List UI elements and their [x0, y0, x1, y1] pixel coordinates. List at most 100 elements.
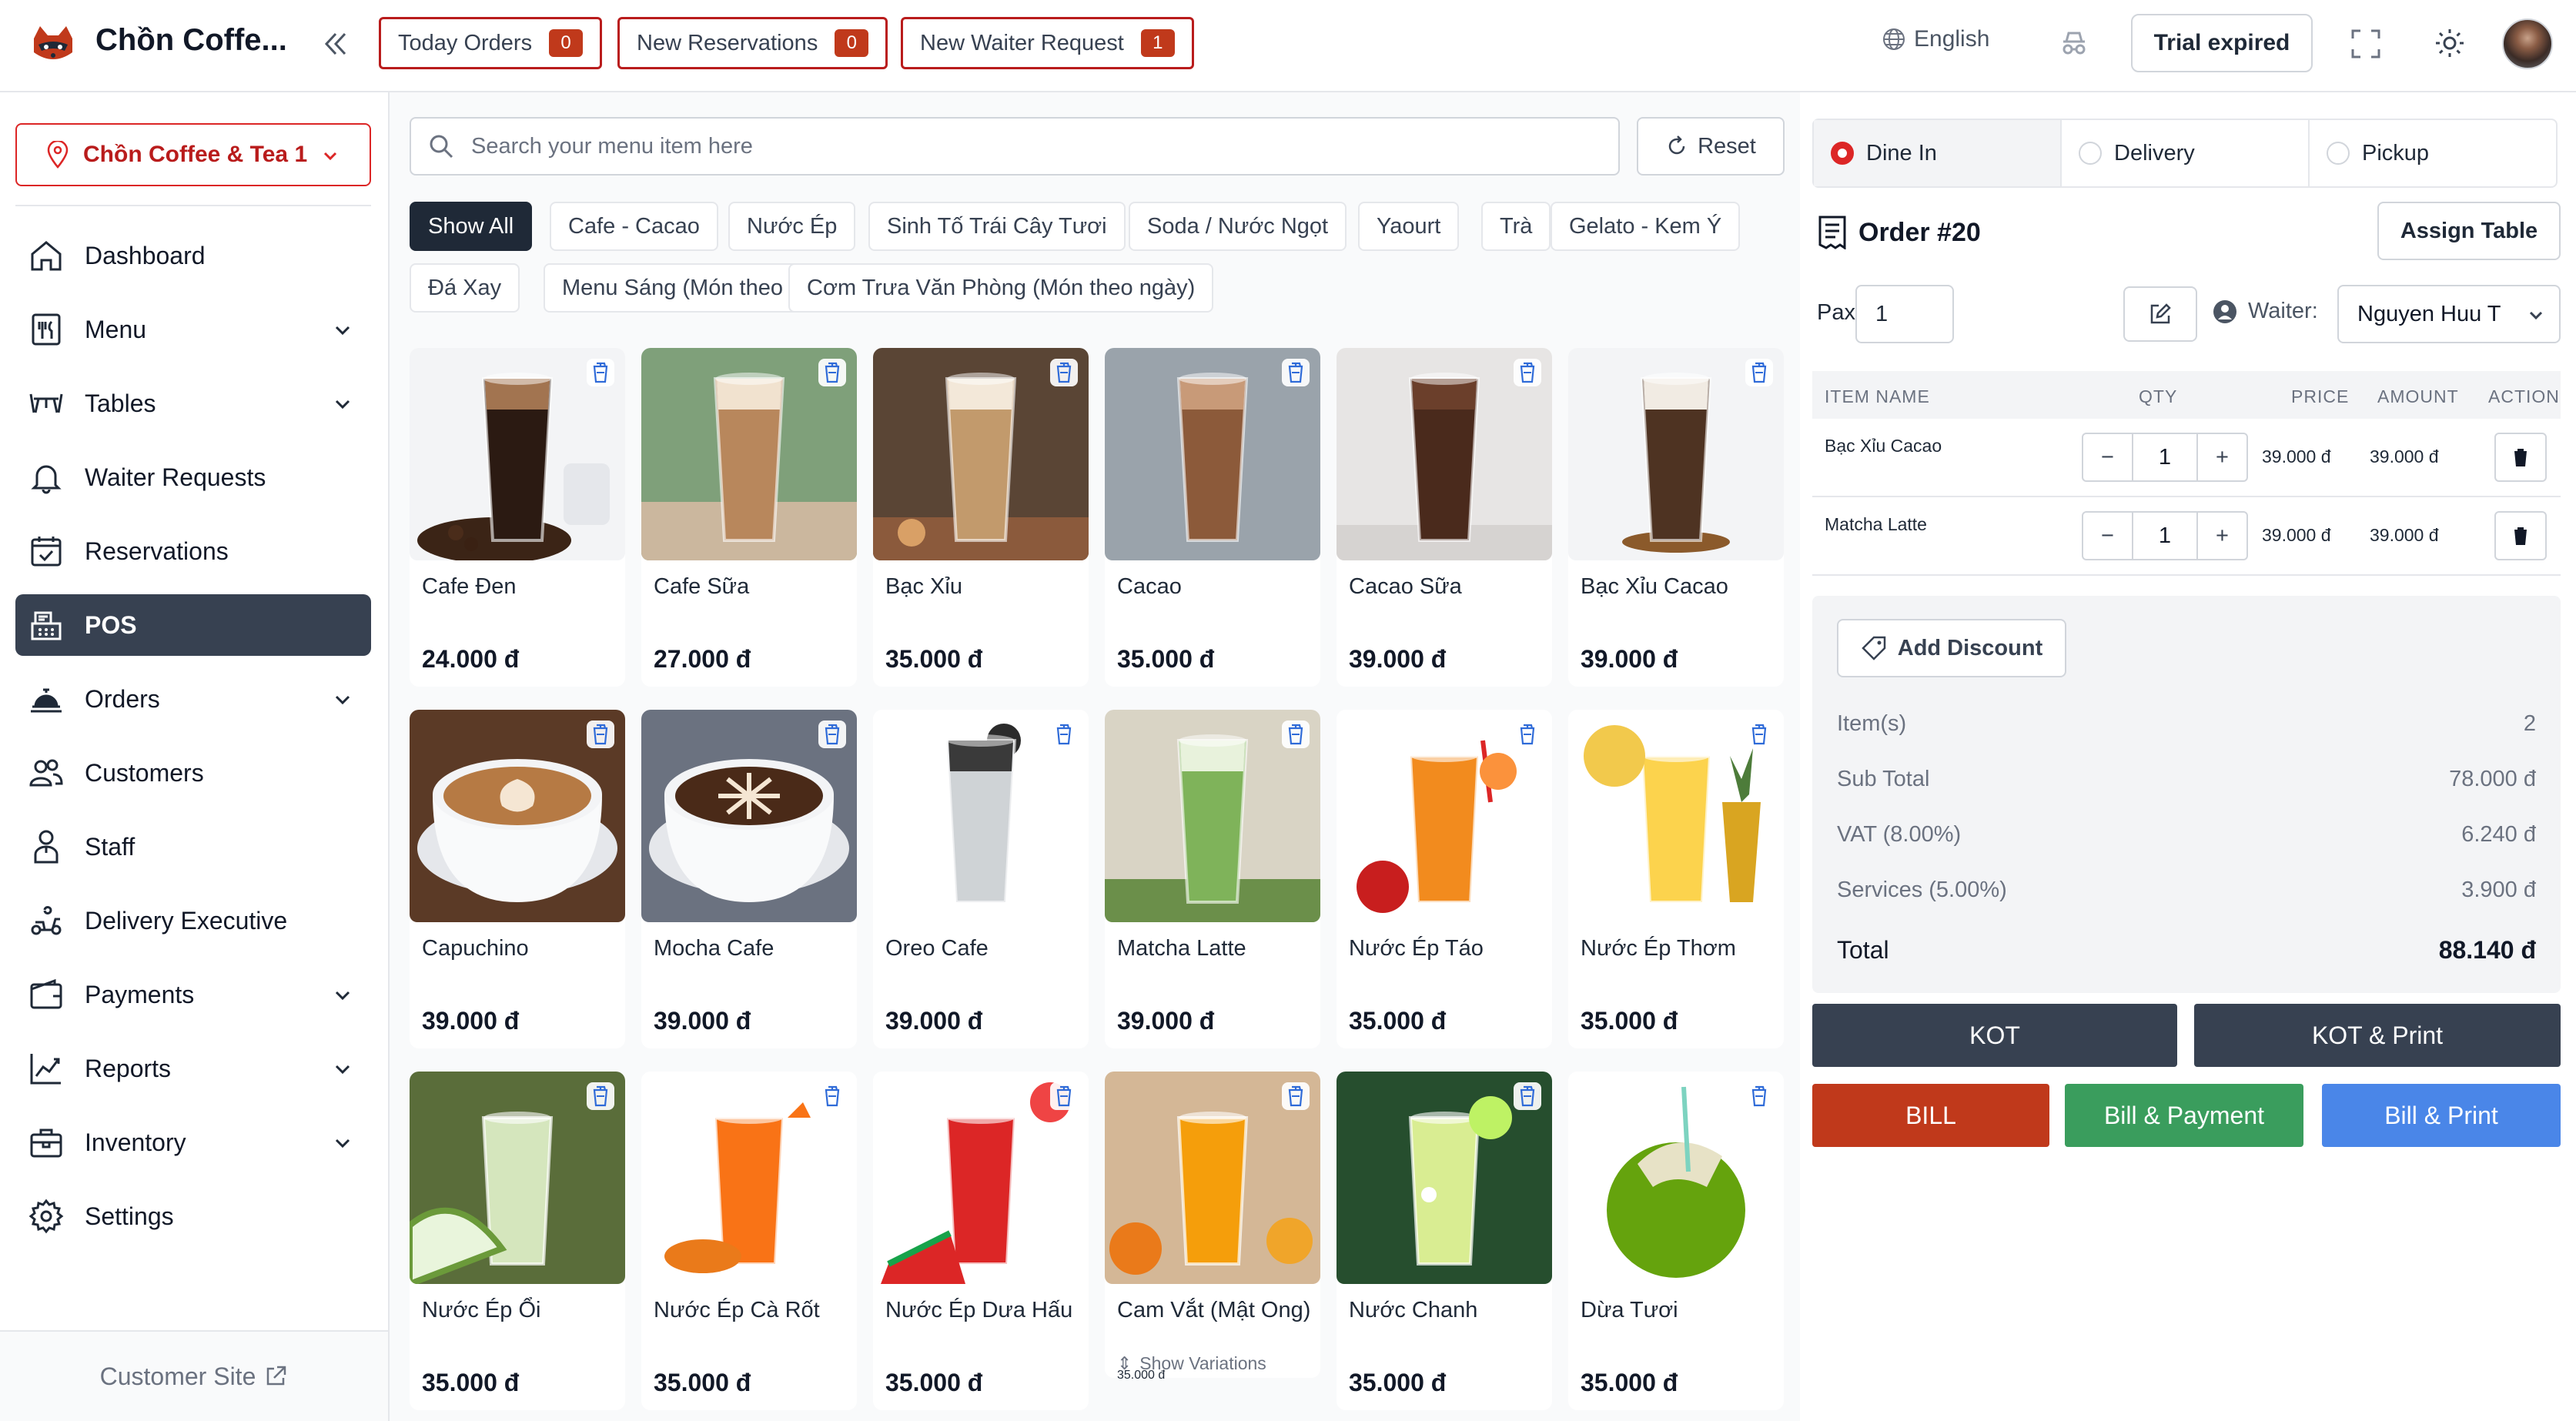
sidebar-item-payments[interactable]: Payments: [15, 964, 371, 1025]
new-reservations-button[interactable]: New Reservations 0: [617, 17, 888, 69]
menu-item-name: Bạc Xỉu Cacao: [1581, 574, 1728, 599]
drink-badge: [1282, 721, 1310, 748]
sidebar-item-pos[interactable]: POS: [15, 594, 371, 656]
menu-item-card[interactable]: Nước Ép Dưa Hấu 35.000 đ: [873, 1072, 1089, 1410]
fullscreen-icon[interactable]: [2350, 28, 2382, 60]
sidebar-item-settings[interactable]: Settings: [15, 1185, 371, 1247]
bill-button[interactable]: BILL: [1812, 1084, 2049, 1147]
category-tab-8[interactable]: Đá Xay: [410, 263, 520, 313]
menu-item-card[interactable]: Mocha Cafe 39.000 đ: [641, 710, 857, 1048]
sidebar-item-staff[interactable]: Staff: [15, 816, 371, 878]
pax-input[interactable]: 1: [1855, 285, 1954, 343]
edit-button[interactable]: [2123, 286, 2197, 342]
sidebar-item-customers[interactable]: Customers: [15, 742, 371, 804]
category-tab-2[interactable]: Nước Ép: [728, 202, 856, 251]
sidebar-item-reservations[interactable]: Reservations: [15, 520, 371, 582]
column-header: QTY: [2139, 386, 2178, 406]
menu-item-card[interactable]: Nước Chanh 35.000 đ: [1337, 1072, 1552, 1410]
category-tab-5[interactable]: Yaourt: [1358, 202, 1460, 251]
category-tab-3[interactable]: Sinh Tố Trái Cây Tươi: [868, 202, 1126, 251]
assign-table-button[interactable]: Assign Table: [2377, 202, 2561, 260]
new-waiter-request-label: New Waiter Request: [920, 30, 1124, 55]
summary-value: 6.240 đ: [2461, 822, 2536, 847]
menu-item-price: 35.000 đ: [1581, 1369, 1678, 1396]
delete-item-button[interactable]: [2494, 433, 2547, 482]
sidebar-item-dashboard[interactable]: Dashboard: [15, 225, 371, 286]
location-pin-icon: [47, 141, 69, 169]
summary-label: Services (5.00%): [1837, 878, 2007, 902]
menu-item-card[interactable]: Dừa Tươi 35.000 đ: [1568, 1072, 1784, 1410]
order-item-row: Matcha Latte − 1 + 39.000 đ 39.000 đ: [1812, 497, 2561, 576]
bill-print-button[interactable]: Bill & Print: [2322, 1084, 2561, 1147]
increment-button[interactable]: +: [2198, 513, 2246, 559]
waiter-select[interactable]: Nguyen Huu T: [2337, 285, 2561, 343]
drink-icon: [593, 724, 608, 745]
menu-item-card[interactable]: Nước Ép Táo 35.000 đ: [1337, 710, 1552, 1048]
menu-item-card[interactable]: Bạc Xỉu Cacao 39.000 đ: [1568, 348, 1784, 687]
sidebar-item-reports[interactable]: Reports: [15, 1038, 371, 1099]
add-discount-button[interactable]: Add Discount: [1837, 619, 2066, 677]
category-tab-6[interactable]: Trà: [1481, 202, 1551, 251]
trial-expired-button[interactable]: Trial expired: [2131, 14, 2313, 72]
delete-item-button[interactable]: [2494, 511, 2547, 560]
radio-unselected: [2079, 142, 2102, 165]
today-orders-button[interactable]: Today Orders 0: [379, 17, 603, 69]
menu-item-card[interactable]: Cacao 35.000 đ: [1105, 348, 1320, 687]
menu-item-card[interactable]: Capuchino 39.000 đ: [410, 710, 625, 1048]
order-type-dine-in[interactable]: Dine In: [1814, 120, 2062, 186]
user-avatar[interactable]: [2502, 18, 2553, 69]
menu-item-card[interactable]: Bạc Xỉu 35.000 đ: [873, 348, 1089, 687]
theme-toggle-icon[interactable]: [2433, 26, 2467, 60]
incognito-icon[interactable]: [2057, 26, 2091, 60]
increment-button[interactable]: +: [2198, 434, 2246, 480]
sidebar-item-label: Settings: [85, 1202, 174, 1230]
sidebar-item-orders[interactable]: Orders: [15, 668, 371, 730]
drink-icon: [1751, 362, 1767, 383]
total-label: Total: [1837, 936, 1889, 964]
sidebar-item-label: Payments: [85, 980, 195, 1008]
order-type-label: Dine In: [1866, 140, 1937, 166]
order-item-row: Bạc Xỉu Cacao − 1 + 39.000 đ 39.000 đ: [1812, 419, 2561, 497]
decrement-button[interactable]: −: [2083, 434, 2132, 480]
order-item-name: Bạc Xỉu Cacao: [1825, 436, 1942, 456]
menu-item-card[interactable]: Nước Ép Ổi 35.000 đ: [410, 1072, 625, 1410]
quantity-value[interactable]: 1: [2132, 513, 2198, 559]
quantity-value[interactable]: 1: [2132, 434, 2198, 480]
menu-item-card[interactable]: Matcha Latte 39.000 đ: [1105, 710, 1320, 1048]
collapse-sidebar-icon[interactable]: [316, 25, 354, 63]
store-selector[interactable]: Chồn Coffee & Tea 1: [15, 123, 371, 186]
category-tab-7[interactable]: Gelato - Kem Ý: [1551, 202, 1741, 251]
menu-item-name: Oreo Cafe: [885, 936, 989, 961]
reset-button[interactable]: Reset: [1637, 117, 1785, 176]
menu-item-card[interactable]: Cafe Sữa 27.000 đ: [641, 348, 857, 687]
category-tab-1[interactable]: Cafe - Cacao: [550, 202, 718, 251]
external-link-icon: [267, 1366, 286, 1386]
sidebar-item-delivery-executive[interactable]: Delivery Executive: [15, 890, 371, 951]
bill-payment-button[interactable]: Bill & Payment: [2065, 1084, 2303, 1147]
sidebar-item-inventory[interactable]: Inventory: [15, 1112, 371, 1173]
decrement-button[interactable]: −: [2083, 513, 2132, 559]
search-input[interactable]: Search your menu item here: [410, 117, 1620, 176]
sidebar-item-waiter-requests[interactable]: Waiter Requests: [15, 446, 371, 508]
language-selector[interactable]: English: [1882, 26, 1989, 52]
kot-button[interactable]: KOT: [1812, 1004, 2177, 1067]
order-type-delivery[interactable]: Delivery: [2062, 120, 2310, 186]
category-tab-10[interactable]: Cơm Trưa Văn Phòng (Món theo ngày): [788, 263, 1214, 313]
category-tab-0[interactable]: Show All: [410, 202, 533, 251]
drink-badge: [1514, 721, 1541, 748]
customer-site-link[interactable]: Customer Site: [0, 1330, 388, 1421]
menu-item-card[interactable]: Cafe Đen 24.000 đ: [410, 348, 625, 687]
menu-item-card[interactable]: Nước Ép Thơm 35.000 đ: [1568, 710, 1784, 1048]
order-type-pickup[interactable]: Pickup: [2310, 120, 2556, 186]
kot-print-button[interactable]: KOT & Print: [2194, 1004, 2561, 1067]
sidebar-item-menu[interactable]: Menu: [15, 299, 371, 360]
category-tab-4[interactable]: Soda / Nước Ngọt: [1129, 202, 1347, 251]
new-waiter-request-button[interactable]: New Waiter Request 1: [901, 17, 1194, 69]
drink-icon: [1056, 724, 1072, 745]
user-circle-icon: [2213, 299, 2236, 323]
menu-item-card[interactable]: Nước Ép Cà Rốt 35.000 đ: [641, 1072, 857, 1410]
menu-item-card[interactable]: Cam Vắt (Mật Ong) ⇕ Show Variations: [1105, 1072, 1320, 1378]
sidebar-item-tables[interactable]: Tables: [15, 373, 371, 434]
menu-item-card[interactable]: Cacao Sữa 39.000 đ: [1337, 348, 1552, 687]
menu-item-card[interactable]: Oreo Cafe 39.000 đ: [873, 710, 1089, 1048]
